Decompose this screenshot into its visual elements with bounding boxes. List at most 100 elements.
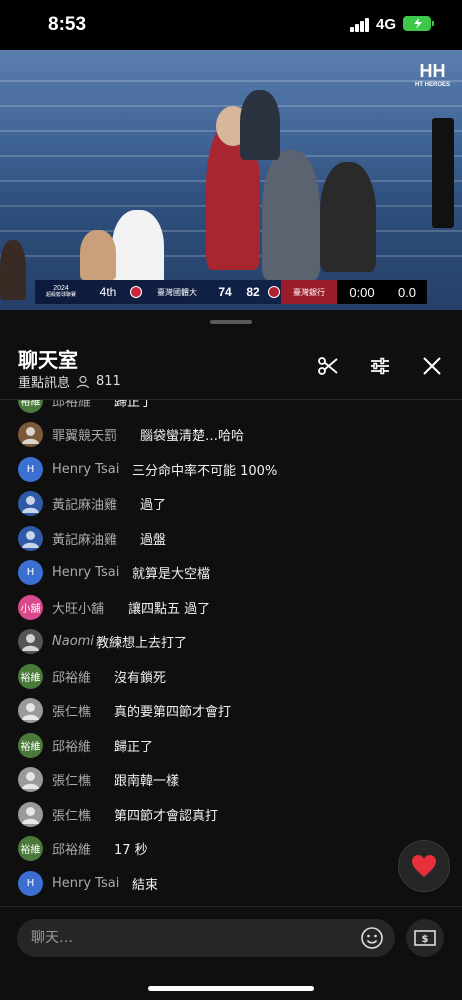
message-author[interactable]: 黃記麻油雞 xyxy=(52,494,117,513)
avatar[interactable]: H xyxy=(18,560,43,585)
chat-message[interactable]: H Henry Tsai 結束 xyxy=(0,866,462,900)
chat-message[interactable]: 小舖 大旺小舖 讓四點五 過了 xyxy=(0,590,462,624)
emoji-icon[interactable] xyxy=(360,926,384,950)
heart-icon xyxy=(412,855,436,877)
avatar[interactable]: 小舖 xyxy=(18,594,43,620)
message-text: 17 秒 xyxy=(114,843,148,858)
network-type: 4G xyxy=(376,16,397,33)
chat-title: 聊天室 xyxy=(18,348,78,372)
heart-button[interactable] xyxy=(398,840,450,892)
sliders-icon[interactable] xyxy=(366,352,394,380)
viewer-icon xyxy=(76,375,90,388)
score-right: 82 xyxy=(246,285,260,299)
chat-message[interactable]: 罪翼競天罰 腦袋蠻清楚…哈哈 xyxy=(0,418,462,452)
chat-message[interactable]: 張仁樵 真的要第四節才會打 xyxy=(0,694,462,728)
message-text: 歸正了 xyxy=(114,400,154,410)
close-icon[interactable] xyxy=(418,352,446,380)
avatar[interactable] xyxy=(18,491,43,516)
message-author[interactable]: 張仁樵 xyxy=(52,701,91,720)
message-author[interactable]: Henry Tsai xyxy=(52,565,119,580)
scoreboard: 2024 超級籃球聯賽 4th 臺灣國體大 74 82 臺灣銀行 0:00 0.… xyxy=(35,280,427,304)
chat-input[interactable] xyxy=(17,919,395,957)
signal-icon xyxy=(350,18,370,32)
spectator xyxy=(112,210,164,290)
avatar[interactable]: 裕維 xyxy=(18,663,43,689)
message-text: 結束 xyxy=(132,877,159,893)
message-author[interactable]: 黃記麻油雞 xyxy=(52,529,117,548)
chat-message[interactable]: 張仁樵 跟南韓一樣 xyxy=(0,763,462,797)
message-text: 跟南韓一樣 xyxy=(114,774,180,789)
home-indicator[interactable] xyxy=(148,986,314,991)
avatar[interactable] xyxy=(18,525,43,551)
money-icon[interactable]: $ xyxy=(406,919,444,957)
team-left-logo xyxy=(129,280,143,304)
status-bar: 8:53 4G xyxy=(0,0,462,50)
message-text: 腦袋蠻清楚…哈哈 xyxy=(140,429,245,444)
team-left-name: 臺灣國體大 xyxy=(157,287,197,297)
league-name: 超級籃球聯賽 xyxy=(45,292,76,299)
scissors-icon[interactable] xyxy=(314,352,342,380)
message-author[interactable]: 大旺小舖 xyxy=(52,598,104,617)
message-author[interactable]: 張仁樵 xyxy=(52,770,91,789)
chat-message[interactable]: 黃記麻油雞 過盤 xyxy=(0,521,462,555)
avatar[interactable]: H xyxy=(18,870,43,896)
spectator xyxy=(320,162,376,272)
team-right-logo xyxy=(267,280,281,304)
message-text: 第四節才會認真打 xyxy=(114,808,219,824)
avatar[interactable] xyxy=(18,422,43,447)
message-text: 沒有鎖死 xyxy=(114,670,167,686)
avatar[interactable]: 裕維 xyxy=(18,836,43,861)
message-list[interactable]: 裕維 邱裕維 歸正了 罪翼競天罰 腦袋蠻清楚…哈哈 H Henry Tsai 三分命中率不可能… xyxy=(0,400,462,902)
message-author[interactable]: Naomi xyxy=(52,634,94,649)
avatar[interactable] xyxy=(18,629,43,654)
drag-handle[interactable] xyxy=(210,320,252,324)
chat-message[interactable]: 裕維 邱裕維 17 秒 xyxy=(0,832,462,866)
score-left: 74 xyxy=(218,285,232,299)
spectator xyxy=(0,240,26,300)
message-author[interactable]: 邱裕維 xyxy=(52,736,91,755)
chat-panel: 聊天室 重點訊息 811 裕維 邱裕維 歸正了 罪翼競天罰 腦袋蠻清楚…哈哈 H Henry… xyxy=(0,310,462,1000)
user-avatar-icon xyxy=(22,634,39,651)
status-time: 8:53 xyxy=(48,14,87,35)
chat-message[interactable]: 黃記麻油雞 過了 xyxy=(0,487,462,521)
avatar[interactable] xyxy=(18,767,43,792)
user-avatar-icon xyxy=(22,427,39,444)
avatar[interactable] xyxy=(18,698,43,723)
avatar[interactable]: H xyxy=(18,456,43,482)
message-author[interactable]: 張仁樵 xyxy=(52,805,91,824)
chat-mode-selector[interactable]: 重點訊息 811 xyxy=(18,372,121,391)
message-author[interactable]: 邱裕維 xyxy=(52,839,91,858)
chat-message[interactable]: Naomi 教練想上去打了 xyxy=(0,625,462,659)
broadcaster-logo: HH HT HEROES xyxy=(415,62,450,88)
message-text: 過了 xyxy=(140,498,167,513)
message-text: 教練想上去打了 xyxy=(96,636,188,651)
avatar[interactable] xyxy=(18,801,43,827)
message-author[interactable]: 邱裕維 xyxy=(52,400,91,410)
chat-message[interactable]: 張仁樵 第四節才會認真打 xyxy=(0,797,462,831)
message-author[interactable]: 邱裕維 xyxy=(52,667,91,686)
user-avatar-icon xyxy=(22,703,39,720)
chat-input-bar: $ xyxy=(0,906,462,966)
message-author[interactable]: Henry Tsai xyxy=(52,462,119,477)
avatar[interactable]: 裕維 xyxy=(18,732,43,758)
spectator xyxy=(240,90,280,160)
league-badge: 2024 超級籃球聯賽 xyxy=(35,280,87,304)
team-right-name: 臺灣銀行 xyxy=(281,280,337,304)
chat-message[interactable]: 裕維 邱裕維 歸正了 xyxy=(0,400,462,417)
logo-subtext: HT HEROES xyxy=(414,82,450,88)
user-avatar-icon xyxy=(22,772,39,789)
viewer-count: 811 xyxy=(96,374,121,389)
chat-message[interactable]: H Henry Tsai 就算是大空檔 xyxy=(0,556,462,590)
battery-icon xyxy=(403,16,434,31)
spectator xyxy=(262,150,320,280)
svg-text:$: $ xyxy=(422,934,429,945)
avatar[interactable]: 裕維 xyxy=(18,400,43,413)
message-author[interactable]: 罪翼競天罰 xyxy=(52,425,117,444)
chat-message[interactable]: 裕維 邱裕維 沒有鎖死 xyxy=(0,659,462,693)
game-clock: 0:00 xyxy=(337,280,387,304)
message-text: 三分命中率不可能 100% xyxy=(132,463,278,479)
message-author[interactable]: Henry Tsai xyxy=(52,876,119,891)
chat-message[interactable]: 裕維 邱裕維 歸正了 xyxy=(0,728,462,762)
video-player[interactable]: HH HT HEROES 2024 超級籃球聯賽 4th 臺灣國體大 74 82… xyxy=(0,50,462,310)
chat-message[interactable]: H Henry Tsai 三分命中率不可能 100% xyxy=(0,452,462,486)
